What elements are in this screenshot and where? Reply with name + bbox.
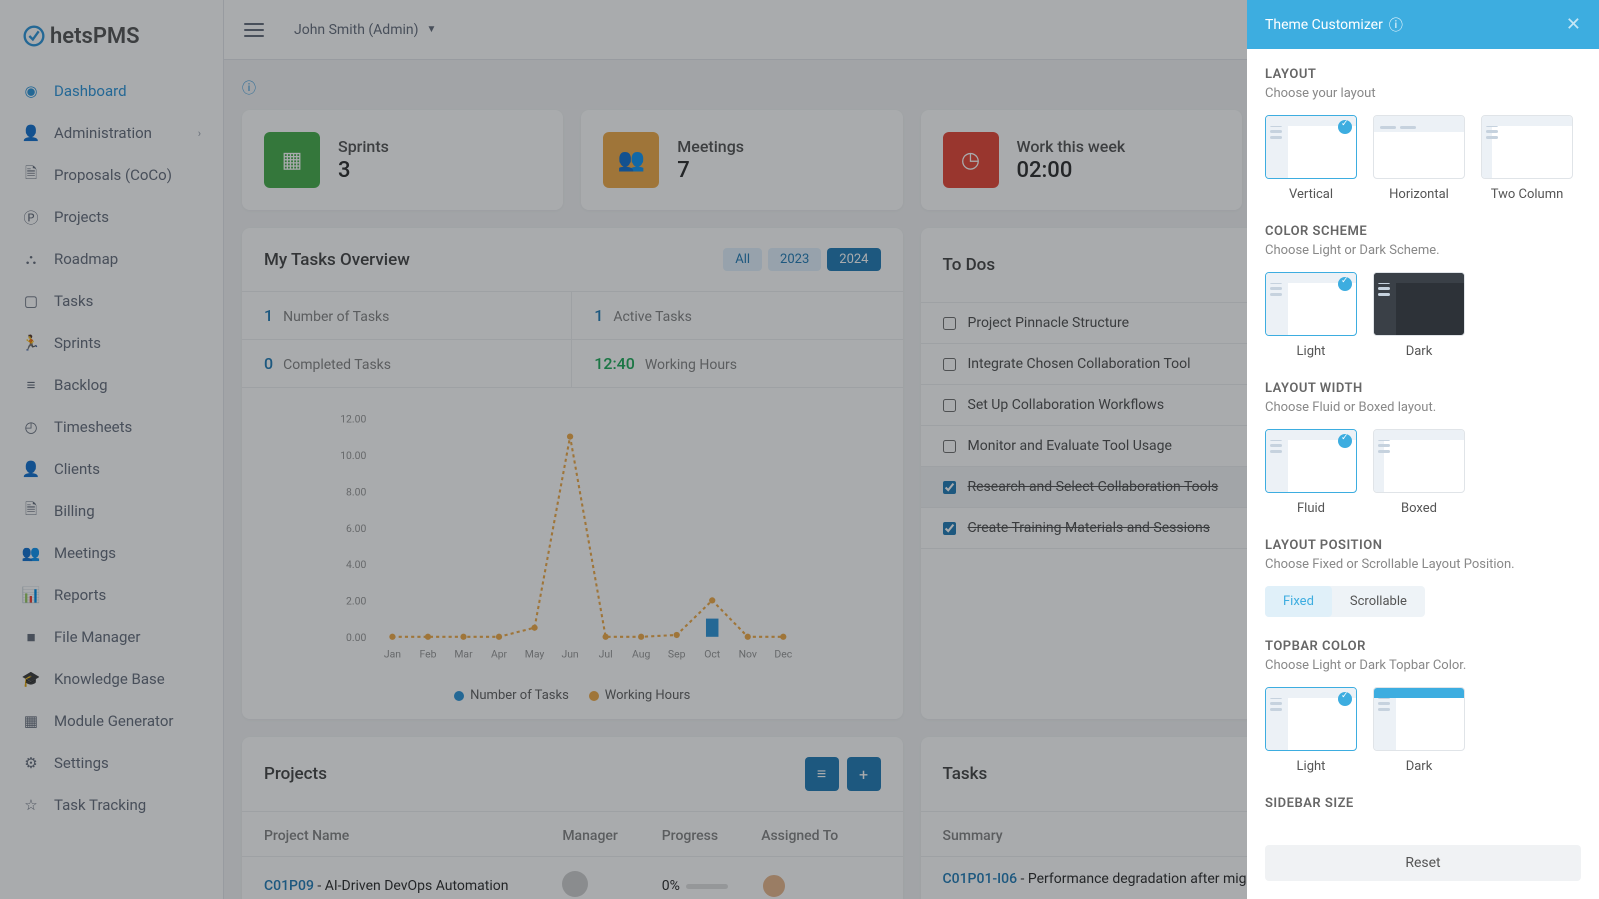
- thumb-label: Light: [1297, 759, 1326, 774]
- reset-button[interactable]: Reset: [1265, 845, 1581, 881]
- theme-option-boxed[interactable]: Boxed: [1373, 429, 1465, 516]
- thumb-label: Two Column: [1491, 187, 1564, 202]
- drawer-title: Theme Customizer: [1265, 17, 1383, 33]
- theme-option-light[interactable]: Light: [1265, 687, 1357, 774]
- close-icon[interactable]: ✕: [1566, 14, 1581, 35]
- section-title: SIDEBAR SIZE: [1265, 796, 1581, 811]
- section-title: LAYOUT POSITION: [1265, 538, 1581, 553]
- theme-customizer-drawer: Theme Customizer ⓘ ✕ LAYOUT Choose your l…: [1247, 0, 1599, 899]
- section-sub: Choose Fixed or Scrollable Layout Positi…: [1265, 557, 1581, 572]
- section-sub: Choose Light or Dark Scheme.: [1265, 243, 1581, 258]
- section-title: COLOR SCHEME: [1265, 224, 1581, 239]
- thumb-label: Boxed: [1401, 501, 1437, 516]
- theme-option-two-column[interactable]: Two Column: [1481, 115, 1573, 202]
- thumb-label: Light: [1297, 344, 1326, 359]
- section-title: LAYOUT: [1265, 67, 1581, 82]
- section-sub: Choose your layout: [1265, 86, 1581, 101]
- drawer-info-icon[interactable]: ⓘ: [1389, 15, 1403, 35]
- position-segmented: FixedScrollable: [1265, 586, 1425, 617]
- theme-option-horizontal[interactable]: Horizontal: [1373, 115, 1465, 202]
- theme-option-dark[interactable]: Dark: [1373, 272, 1465, 359]
- thumb-label: Horizontal: [1389, 187, 1449, 202]
- section-sub: Choose Light or Dark Topbar Color.: [1265, 658, 1581, 673]
- seg-scrollable[interactable]: Scrollable: [1332, 586, 1425, 617]
- seg-fixed[interactable]: Fixed: [1265, 586, 1332, 617]
- thumb-label: Fluid: [1297, 501, 1325, 516]
- theme-option-fluid[interactable]: Fluid: [1265, 429, 1357, 516]
- section-sub: Choose Fluid or Boxed layout.: [1265, 400, 1581, 415]
- theme-option-dark[interactable]: Dark: [1373, 687, 1465, 774]
- thumb-label: Vertical: [1289, 187, 1333, 202]
- thumb-label: Dark: [1406, 344, 1433, 359]
- section-title: LAYOUT WIDTH: [1265, 381, 1581, 396]
- theme-option-light[interactable]: Light: [1265, 272, 1357, 359]
- section-title: TOPBAR COLOR: [1265, 639, 1581, 654]
- thumb-label: Dark: [1406, 759, 1433, 774]
- theme-option-vertical[interactable]: Vertical: [1265, 115, 1357, 202]
